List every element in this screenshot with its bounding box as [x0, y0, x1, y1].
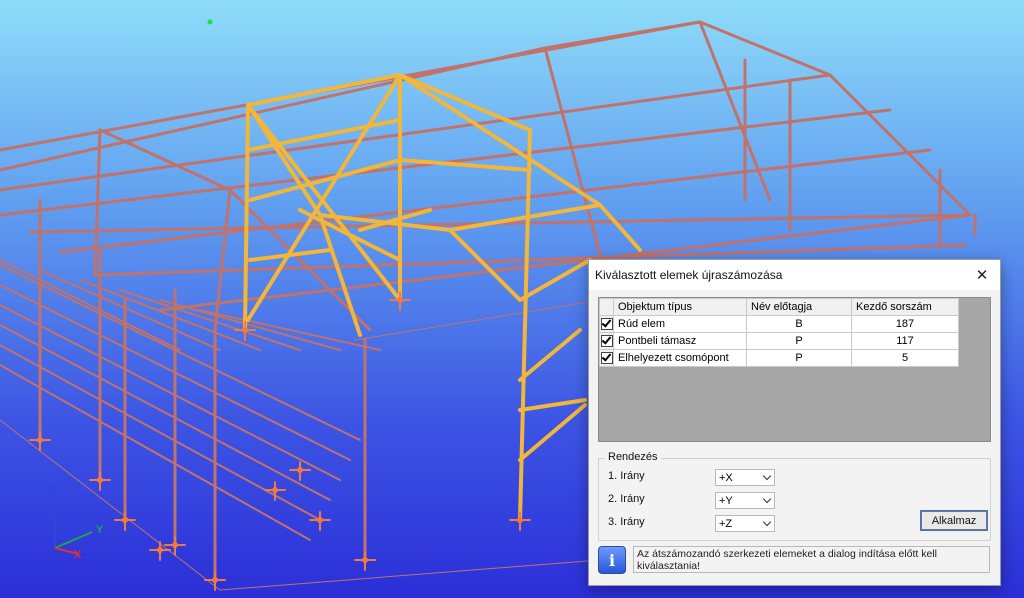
support-icon [29, 431, 51, 451]
selected-member [243, 103, 250, 332]
support-node [122, 517, 128, 523]
support-icon [204, 571, 226, 591]
renumber-dialog: Kiválasztott elemek újraszámozása ✕ Obje… [588, 259, 1001, 586]
grid-header-start[interactable]: Kezdő sorszám [851, 298, 959, 316]
y-axis-line [54, 531, 93, 549]
direction-2-value: +Y [719, 494, 733, 507]
support-icon [509, 511, 531, 531]
direction-3-label: 3. Irány [608, 516, 645, 528]
support-icon [354, 551, 376, 571]
table-row[interactable]: Elhelyezett csomópont P 5 [599, 349, 959, 367]
row-start[interactable]: 187 [851, 315, 959, 333]
platform-beam [0, 304, 341, 481]
table-row[interactable]: Pontbeli támasz P 117 [599, 332, 959, 350]
support-node [37, 437, 43, 443]
platform-beam [0, 324, 331, 501]
selected-truss [243, 73, 642, 522]
info-message: Az átszámozandó szerkezeti elemeket a di… [633, 546, 990, 573]
row-type: Rúd elem [613, 315, 747, 333]
support-node [317, 517, 323, 523]
selected-member [448, 228, 522, 302]
row-prefix[interactable]: P [746, 332, 852, 350]
close-icon[interactable]: ✕ [964, 260, 1000, 290]
selected-member [518, 328, 582, 382]
support-icon [309, 511, 331, 531]
selected-member [448, 203, 602, 232]
support-node [212, 577, 218, 583]
row-prefix[interactable]: B [746, 315, 852, 333]
row-prefix[interactable]: P [746, 349, 852, 367]
direction-2-label: 2. Irány [608, 493, 645, 505]
dialog-title: Kiválasztott elemek újraszámozása [595, 268, 783, 282]
y-axis-label: Y [96, 524, 104, 536]
sort-group-legend: Rendezés [605, 451, 661, 463]
z-axis-label: Z [49, 485, 56, 497]
support-node [242, 327, 248, 333]
selected-member [518, 128, 532, 522]
platform-beam [0, 344, 321, 521]
grid-header-check [599, 298, 614, 316]
support-node [517, 517, 523, 523]
chevron-down-icon [762, 517, 772, 527]
grid-header-prefix[interactable]: Név előtagja [746, 298, 852, 316]
ground-line [354, 299, 601, 341]
support-node [297, 467, 303, 473]
chevron-down-icon [762, 494, 772, 504]
row-checkbox[interactable] [601, 335, 613, 348]
green-point-marker [207, 19, 213, 25]
frame-beam [58, 148, 932, 254]
platform-joist [119, 289, 301, 351]
grid-header-type[interactable]: Objektum típus [613, 298, 747, 316]
sort-group: Rendezés 1. Irány +X 2. Irány +Y 3. Irán… [598, 451, 991, 541]
direction-1-value: +X [719, 471, 733, 484]
selected-member [398, 73, 532, 132]
support-node [272, 487, 278, 493]
axis-triad: Z Y X [49, 485, 104, 561]
platform-joist [159, 299, 341, 351]
x-axis-label: X [74, 549, 82, 561]
ground-line [0, 419, 221, 591]
ground-line [219, 559, 601, 591]
support-node [362, 557, 368, 563]
support-icon [114, 511, 136, 531]
row-checkbox[interactable] [601, 318, 613, 331]
chevron-down-icon [762, 471, 772, 481]
frame-rafter [213, 188, 232, 332]
row-type: Pontbeli támasz [613, 332, 747, 350]
support-icon [289, 461, 311, 481]
selected-member [518, 398, 587, 412]
object-type-grid: Objektum típus Név előtagja Kezdő sorszá… [598, 297, 991, 442]
support-node [397, 297, 403, 303]
direction-3-value: +Z [719, 517, 733, 530]
direction-1-label: 1. Irány [608, 470, 645, 482]
platform-beam [0, 364, 311, 541]
row-start[interactable]: 117 [851, 332, 959, 350]
info-icon: i [598, 546, 626, 574]
row-type: Elhelyezett csomópont [613, 349, 747, 367]
support-icon [264, 481, 286, 501]
apply-button[interactable]: Alkalmaz [920, 510, 988, 531]
direction-3-select[interactable]: +Z [715, 515, 775, 532]
table-row[interactable]: Rúd elem B 187 [599, 315, 959, 333]
selected-member [518, 403, 587, 462]
support-node [172, 542, 178, 548]
support-icon [89, 471, 111, 491]
frame-rafter [698, 20, 832, 77]
support-icon [389, 291, 411, 311]
dialog-titlebar: Kiválasztott elemek újraszámozása ✕ [589, 260, 1000, 290]
frame-rafter [828, 73, 972, 217]
direction-1-select[interactable]: +X [715, 469, 775, 486]
selected-member [598, 203, 642, 252]
support-node [97, 477, 103, 483]
platform-beam [0, 264, 361, 441]
selected-member [246, 73, 402, 107]
row-checkbox[interactable] [601, 352, 613, 365]
frame-rafter [543, 20, 702, 50]
direction-2-select[interactable]: +Y [715, 492, 775, 509]
support-icon [164, 536, 186, 556]
row-start[interactable]: 5 [851, 349, 959, 367]
support-node [157, 547, 163, 553]
selected-member [318, 213, 362, 337]
